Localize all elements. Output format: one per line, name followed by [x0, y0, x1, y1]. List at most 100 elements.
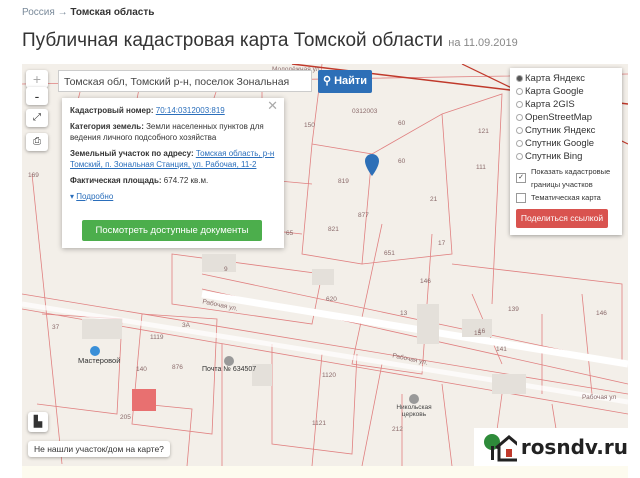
cad-label: Кадастровый номер:: [70, 106, 154, 115]
street-label: Рабочая ул: [582, 394, 617, 401]
map-label: 140: [136, 366, 147, 373]
map-label: 37: [52, 324, 60, 331]
map-label: 9: [224, 266, 228, 273]
caret-down-icon: ▾: [70, 192, 75, 201]
poi-church[interactable]: Никольская церковь: [392, 394, 436, 418]
map-label: 121: [478, 128, 489, 135]
mail-icon: [224, 356, 234, 366]
map-label: 60: [398, 120, 406, 127]
logo-text: rosndv.ru: [520, 435, 628, 459]
map-label: 1120: [322, 372, 336, 379]
layer-label: Карта Яндекс: [525, 73, 586, 84]
zoom-in-button[interactable]: +: [26, 70, 48, 88]
poi-label: Почта № 634507: [202, 366, 257, 373]
search-input[interactable]: Томская обл, Томский р-н, поселок Зональ…: [58, 70, 312, 110]
poi-post[interactable]: Почта № 634507: [202, 356, 256, 373]
breadcrumb-separator: →: [57, 7, 68, 18]
print-icon[interactable]: ⎙: [26, 133, 48, 151]
radio-icon[interactable]: [516, 114, 523, 121]
share-link-button[interactable]: Поделиться ссылкой: [516, 209, 608, 228]
map-label: 17: [438, 240, 446, 247]
close-icon[interactable]: ✕: [267, 99, 278, 112]
radio-icon[interactable]: [516, 153, 523, 160]
map-label: 205: [120, 414, 131, 421]
thematic-label: Тематическая карта: [531, 193, 601, 202]
map-label: 13: [400, 310, 408, 317]
map-label: 620: [326, 296, 337, 303]
breadcrumb-russia[interactable]: Россия: [22, 7, 55, 18]
poi-label: Никольская церковь: [396, 404, 432, 418]
fullscreen-icon[interactable]: ⤢: [26, 109, 48, 127]
layer-label: Карта Google: [525, 86, 584, 97]
breadcrumb-current: Томская область: [70, 7, 155, 18]
more-link[interactable]: Подробно: [76, 192, 113, 201]
map-label: 150: [304, 122, 315, 129]
show-borders-option[interactable]: ✓ Показать кадастровые границы участков: [516, 167, 616, 189]
layer-label: Спутник Bing: [525, 151, 583, 162]
map-label: 21: [430, 196, 438, 203]
map-label: 65: [286, 230, 294, 237]
footer-strip: [22, 466, 628, 478]
church-icon: [409, 394, 419, 404]
layer-option[interactable]: Спутник Bing: [516, 150, 616, 163]
map-label: 1119: [150, 334, 164, 341]
view-documents-button[interactable]: Посмотреть доступные документы: [82, 220, 262, 241]
layer-option[interactable]: OpenStreetMap: [516, 111, 616, 124]
search-button-label: Найти: [334, 75, 368, 87]
breadcrumb: Россия → Томская область: [22, 7, 154, 18]
layer-option[interactable]: Спутник Яндекс: [516, 124, 616, 137]
poi-label: Мастеровой: [78, 356, 121, 365]
title-text: Публичная кадастровая карта Томской обла…: [22, 30, 444, 51]
map-label: 876: [172, 364, 183, 371]
thematic-option[interactable]: Тематическая карта: [516, 191, 616, 204]
radio-icon[interactable]: [516, 140, 523, 147]
page-title: Публичная кадастровая карта Томской обла…: [22, 30, 518, 52]
radio-icon[interactable]: [516, 75, 523, 82]
poi-icon: [90, 346, 100, 356]
layer-label: OpenStreetMap: [525, 112, 593, 123]
highlighted-parcel: [132, 389, 156, 411]
layer-option[interactable]: Карта 2GIS: [516, 98, 616, 111]
map-label: 877: [358, 212, 369, 219]
radio-icon[interactable]: [516, 127, 523, 134]
area-value: 674.72 кв.м.: [163, 176, 209, 185]
map-label: 819: [338, 178, 349, 185]
parcel-popup: ✕ Кадастровый номер: 70:14:0312003:819 К…: [62, 98, 284, 248]
cad-number-link[interactable]: 70:14:0312003:819: [156, 106, 225, 115]
cadastral-map[interactable]: Молодёжная ул 0312003 150 60 121 111 819…: [22, 64, 628, 466]
checkbox[interactable]: [516, 192, 526, 203]
address-label: Земельный участок по адресу:: [70, 149, 194, 158]
poi-masterovoy[interactable]: Мастеровой: [78, 346, 120, 365]
search-button[interactable]: ⚲ Найти: [318, 70, 372, 93]
map-label: 146: [420, 278, 431, 285]
map-label: 16: [478, 328, 486, 335]
layer-option[interactable]: Карта Яндекс: [516, 72, 616, 85]
map-label: 111: [476, 164, 486, 171]
checkbox-checked[interactable]: ✓: [516, 173, 526, 183]
show-borders-label: Показать кадастровые границы участков: [531, 167, 611, 189]
map-label: 139: [508, 306, 519, 313]
logo-icon: [484, 434, 517, 462]
layer-option[interactable]: Спутник Google: [516, 137, 616, 150]
layer-label: Карта 2GIS: [525, 99, 575, 110]
map-label: 1121: [312, 420, 326, 427]
category-label: Категория земель:: [70, 122, 144, 131]
layer-option[interactable]: Карта Google: [516, 85, 616, 98]
radio-icon[interactable]: [516, 88, 523, 95]
map-label: 212: [392, 426, 403, 433]
map-label: 60: [398, 158, 406, 165]
layer-switcher: Карта Яндекс Карта Google Карта 2GIS Ope…: [510, 68, 622, 235]
ruler-icon[interactable]: ▙: [28, 412, 48, 432]
map-label: 3А: [182, 322, 190, 329]
radio-icon[interactable]: [516, 101, 523, 108]
not-found-button[interactable]: Не нашли участок/дом на карте?: [28, 441, 170, 457]
area-label: Фактическая площадь:: [70, 176, 162, 185]
map-label: 146: [596, 310, 607, 317]
layer-label: Спутник Яндекс: [525, 125, 596, 136]
zoom-out-button[interactable]: -: [26, 87, 48, 105]
map-label: 169: [28, 172, 39, 179]
layer-label: Спутник Google: [525, 138, 595, 149]
logo: rosndv.ru: [474, 428, 628, 466]
title-date: на 11.09.2019: [448, 37, 518, 49]
map-label: 0312003: [352, 108, 378, 115]
